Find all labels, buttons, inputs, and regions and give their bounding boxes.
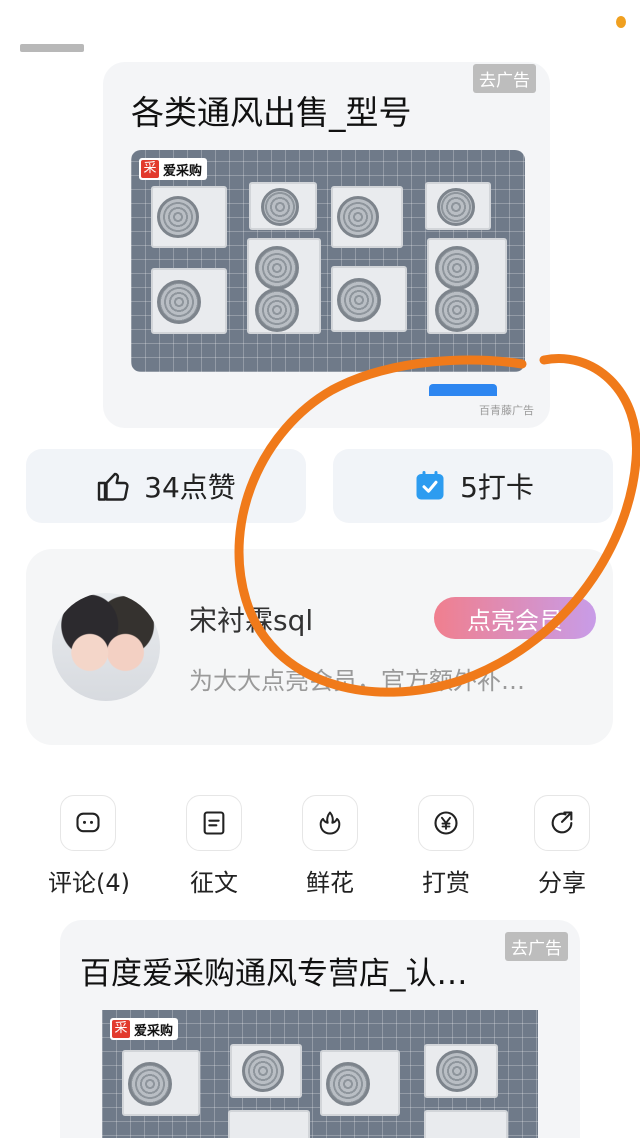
- essay-icon: [186, 795, 242, 851]
- flower-button[interactable]: 鲜花: [290, 795, 370, 897]
- ad-title: 各类通风出售_型号: [131, 93, 412, 132]
- share-button[interactable]: 分享: [522, 795, 602, 897]
- reward-label: 打赏: [422, 869, 470, 897]
- brand-logo-text: 爱采购: [134, 1023, 174, 1039]
- essay-label: 征文: [190, 869, 238, 897]
- checkin-button[interactable]: 5打卡: [333, 449, 613, 523]
- ac-unit: [331, 186, 403, 248]
- remove-ad-button[interactable]: 去广告: [505, 932, 568, 961]
- ac-unit: [427, 238, 507, 334]
- fan-graphic: [437, 188, 475, 226]
- share-icon: [534, 795, 590, 851]
- comment-icon: [60, 795, 116, 851]
- ac-unit: [425, 182, 491, 230]
- calendar-check-icon: [416, 471, 444, 500]
- fan-graphic: [128, 1062, 172, 1106]
- fan-graphic: [435, 246, 479, 290]
- ad-image[interactable]: 采 爱采购: [131, 150, 525, 372]
- ac-unit: [320, 1050, 400, 1116]
- comment-button[interactable]: 评论(4): [48, 795, 130, 897]
- fan-graphic: [242, 1050, 284, 1092]
- fan-graphic: [255, 246, 299, 290]
- brand-logo: 采 爱采购: [139, 158, 208, 180]
- ac-unit: [249, 182, 317, 230]
- essay-button[interactable]: 征文: [174, 795, 254, 897]
- ac-unit: [230, 1044, 302, 1098]
- status-mark: [20, 44, 84, 52]
- fan-graphic: [337, 278, 381, 322]
- fan-graphic: [436, 1050, 478, 1092]
- notification-dot: [616, 16, 626, 28]
- brand-logo-mark: 采: [141, 160, 159, 178]
- checkin-count-label: 5打卡: [460, 471, 534, 504]
- fan-graphic: [157, 280, 201, 324]
- ac-unit: [331, 266, 407, 332]
- comment-label: 评论(4): [48, 869, 130, 897]
- ad-title: 百度爱采购通风专营店_认…: [80, 956, 468, 992]
- ad-cta-button[interactable]: [429, 384, 497, 396]
- like-count-label: 34点赞: [144, 471, 236, 504]
- ac-unit: [122, 1050, 200, 1116]
- fan-graphic: [337, 196, 379, 238]
- like-button[interactable]: 34点赞: [26, 449, 306, 523]
- vip-button[interactable]: 点亮会员: [434, 597, 596, 639]
- user-card[interactable]: 宋衬霖sql 为大大点亮会员，官方额外补… 点亮会员: [26, 549, 613, 745]
- user-description: 为大大点亮会员，官方额外补…: [189, 667, 525, 695]
- share-label: 分享: [538, 869, 586, 897]
- fan-graphic: [157, 196, 199, 238]
- thumbs-up-icon: [97, 472, 129, 501]
- brand-logo-text: 爱采购: [163, 163, 203, 179]
- ac-unit: [151, 186, 227, 248]
- flower-icon: [302, 795, 358, 851]
- brand-logo-mark: 采: [112, 1020, 130, 1038]
- ad-card[interactable]: 去广告 各类通风出售_型号 采 爱采购 百青藤广告: [103, 62, 550, 428]
- remove-ad-button[interactable]: 去广告: [473, 64, 536, 93]
- fan-graphic: [435, 288, 479, 332]
- fan-graphic: [255, 288, 299, 332]
- ac-unit: [151, 268, 227, 334]
- yuan-icon: [418, 795, 474, 851]
- flower-label: 鲜花: [306, 869, 354, 897]
- ad-card[interactable]: 去广告 百度爱采购通风专营店_认… 采 爱采购: [60, 920, 580, 1138]
- ac-unit: [247, 238, 321, 334]
- brand-logo: 采 爱采购: [110, 1018, 179, 1040]
- ac-unit: [424, 1110, 508, 1138]
- avatar[interactable]: [52, 593, 160, 701]
- reward-button[interactable]: 打赏: [406, 795, 486, 897]
- fan-graphic: [261, 188, 299, 226]
- ad-source: 百青藤广告: [479, 404, 534, 417]
- ad-image[interactable]: 采 爱采购: [102, 1010, 538, 1138]
- ac-unit: [228, 1110, 310, 1138]
- ac-unit: [424, 1044, 498, 1098]
- fan-graphic: [326, 1062, 370, 1106]
- user-name[interactable]: 宋衬霖sql: [189, 599, 313, 639]
